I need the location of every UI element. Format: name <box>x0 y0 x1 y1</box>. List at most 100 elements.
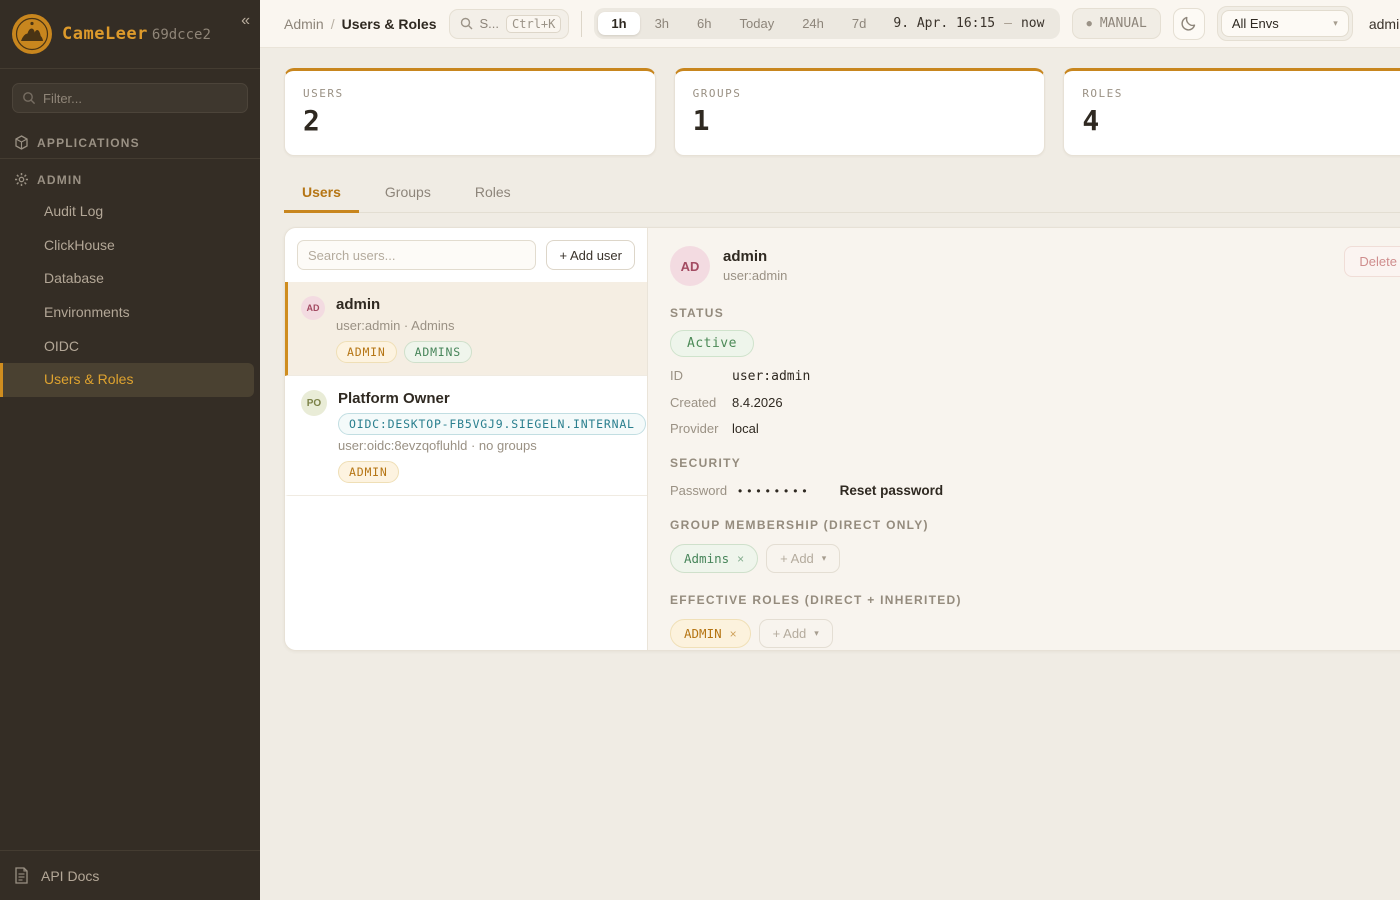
moon-icon <box>1180 15 1197 32</box>
section-admin[interactable]: ADMIN <box>0 159 260 195</box>
user-list-pane: + Add user AD admin user:admin · Admins … <box>285 228 648 650</box>
role-badge: ADMIN <box>338 461 399 483</box>
password-row: Password •••••••• Reset password <box>670 483 1400 498</box>
stat-value: 4 <box>1082 104 1400 137</box>
chevron-down-icon: ▾ <box>1333 18 1338 29</box>
chip-label: ADMIN <box>684 626 722 641</box>
sidebar-item-environments[interactable]: Environments <box>0 296 260 330</box>
tab-roles[interactable]: Roles <box>457 176 529 213</box>
user-row-platform-owner[interactable]: PO Platform Owner OIDC:DESKTOP-FB5VGJ9.S… <box>285 376 647 496</box>
gear-icon <box>14 172 29 187</box>
time-range-control: 1h 3h 6h Today 24h 7d 9. Apr. 16:15 — no… <box>594 8 1060 39</box>
search-shortcut: Ctrl+K <box>506 15 561 33</box>
role-badge: ADMIN <box>336 341 397 363</box>
detail-user-name: admin <box>723 248 787 265</box>
chip-label: Admins <box>684 551 729 566</box>
add-group-button[interactable]: + Add ▾ <box>766 544 840 573</box>
tab-groups[interactable]: Groups <box>367 176 449 213</box>
add-role-button[interactable]: + Add ▾ <box>759 619 833 648</box>
search-icon <box>22 91 36 105</box>
status-heading: STATUS <box>670 306 1400 320</box>
group-chip-row: Admins × + Add ▾ <box>670 544 1400 573</box>
role-chip-row: ADMIN × + Add ▾ <box>670 619 1400 648</box>
env-selector[interactable]: All Envs ▾ <box>1221 10 1349 37</box>
date-range-separator: — <box>1004 16 1012 31</box>
stat-label: USERS <box>303 87 637 100</box>
field-value: 8.4.2026 <box>732 395 783 410</box>
user-name: Platform Owner <box>338 388 633 409</box>
date-range-display[interactable]: 9. Apr. 16:15 — now <box>881 12 1056 35</box>
status-dot-icon: ● <box>1086 19 1091 29</box>
avatar: PO <box>301 390 327 416</box>
user-row-body: admin user:admin · Admins ADMIN ADMINS <box>336 294 633 363</box>
detail-header: AD admin user:admin Delete <box>670 246 1400 286</box>
add-user-button[interactable]: + Add user <box>546 240 635 270</box>
sidebar-filter-input[interactable] <box>12 83 248 113</box>
section-label: ADMIN <box>37 173 82 187</box>
tab-bar: Users Groups Roles <box>284 176 1400 213</box>
group-membership-heading: GROUP MEMBERSHIP (DIRECT ONLY) <box>670 518 1400 532</box>
remove-icon[interactable]: × <box>737 552 744 566</box>
reset-password-link[interactable]: Reset password <box>840 483 944 498</box>
sidebar-item-oidc[interactable]: OIDC <box>0 330 260 364</box>
tab-users[interactable]: Users <box>284 176 359 213</box>
breadcrumb-current: Users & Roles <box>342 16 437 32</box>
user-name: admin <box>336 294 633 315</box>
document-icon <box>14 867 29 884</box>
range-3h[interactable]: 3h <box>642 12 682 35</box>
sidebar-item-users-roles[interactable]: Users & Roles <box>0 363 254 397</box>
stat-label: GROUPS <box>693 87 1027 100</box>
field-created: Created 8.4.2026 <box>670 395 1400 410</box>
badge-row: ADMIN <box>338 461 633 483</box>
api-docs-link[interactable]: API Docs <box>0 850 260 900</box>
field-provider: Provider local <box>670 421 1400 436</box>
password-label: Password <box>670 483 732 498</box>
field-label: Provider <box>670 421 732 436</box>
delete-user-button[interactable]: Delete <box>1344 246 1400 277</box>
range-24h[interactable]: 24h <box>789 12 837 35</box>
refresh-mode-button[interactable]: ● MANUAL <box>1072 8 1160 39</box>
role-chip-admin: ADMIN × <box>670 619 751 648</box>
main-column: Admin / Users & Roles S... Ctrl+K 1h 3h … <box>260 0 1400 900</box>
stats-row: USERS 2 GROUPS 1 ROLES 4 <box>284 68 1400 156</box>
breadcrumb-parent[interactable]: Admin <box>284 16 324 32</box>
main-content: USERS 2 GROUPS 1 ROLES 4 Users Groups Ro… <box>260 48 1400 900</box>
topbar: Admin / Users & Roles S... Ctrl+K 1h 3h … <box>260 0 1400 48</box>
section-applications[interactable]: APPLICATIONS <box>0 125 260 158</box>
api-docs-label: API Docs <box>41 868 99 884</box>
user-row-body: Platform Owner OIDC:DESKTOP-FB5VGJ9.SIEG… <box>338 388 633 483</box>
user-search-input[interactable] <box>297 240 536 270</box>
group-badge: ADMINS <box>404 341 472 363</box>
sidebar: CameLeer69dcce2 « APPLICATIONS ADMIN Aud… <box>0 0 260 900</box>
user-detail-pane: AD admin user:admin Delete STATUS Active… <box>648 228 1400 650</box>
user-row-admin[interactable]: AD admin user:admin · Admins ADMIN ADMIN… <box>285 282 647 376</box>
add-label: + Add <box>773 626 807 641</box>
status-badge: Active <box>670 330 754 357</box>
global-search-button[interactable]: S... Ctrl+K <box>449 9 570 39</box>
date-range-end: now <box>1021 16 1044 31</box>
user-meta: user:oidc:8evzqofluhld · no groups <box>338 438 633 453</box>
date-range-start: 9. Apr. 16:15 <box>893 16 995 31</box>
env-selector-wrap: All Envs ▾ <box>1217 6 1353 41</box>
admin-nav: Audit Log ClickHouse Database Environmen… <box>0 195 260 397</box>
topbar-user[interactable]: admin AD <box>1369 10 1400 38</box>
remove-icon[interactable]: × <box>730 627 737 641</box>
stat-card-roles: ROLES 4 <box>1063 68 1400 156</box>
field-id: ID user:admin <box>670 368 1400 384</box>
breadcrumb: Admin / Users & Roles <box>284 16 437 32</box>
field-value: local <box>732 421 759 436</box>
brand-wrap: CameLeer69dcce2 <box>62 24 211 44</box>
badge-row: ADMIN ADMINS <box>336 341 633 363</box>
sidebar-collapse-icon[interactable]: « <box>241 12 250 30</box>
range-today[interactable]: Today <box>727 12 788 35</box>
range-6h[interactable]: 6h <box>684 12 724 35</box>
sidebar-item-clickhouse[interactable]: ClickHouse <box>0 229 260 263</box>
range-1h[interactable]: 1h <box>598 12 639 35</box>
user-meta: user:admin · Admins <box>336 318 633 333</box>
dark-mode-toggle[interactable] <box>1173 8 1205 40</box>
range-7d[interactable]: 7d <box>839 12 879 35</box>
sidebar-item-audit-log[interactable]: Audit Log <box>0 195 260 229</box>
refresh-mode-label: MANUAL <box>1100 16 1147 31</box>
sidebar-filter-wrap <box>0 69 260 125</box>
sidebar-item-database[interactable]: Database <box>0 262 260 296</box>
